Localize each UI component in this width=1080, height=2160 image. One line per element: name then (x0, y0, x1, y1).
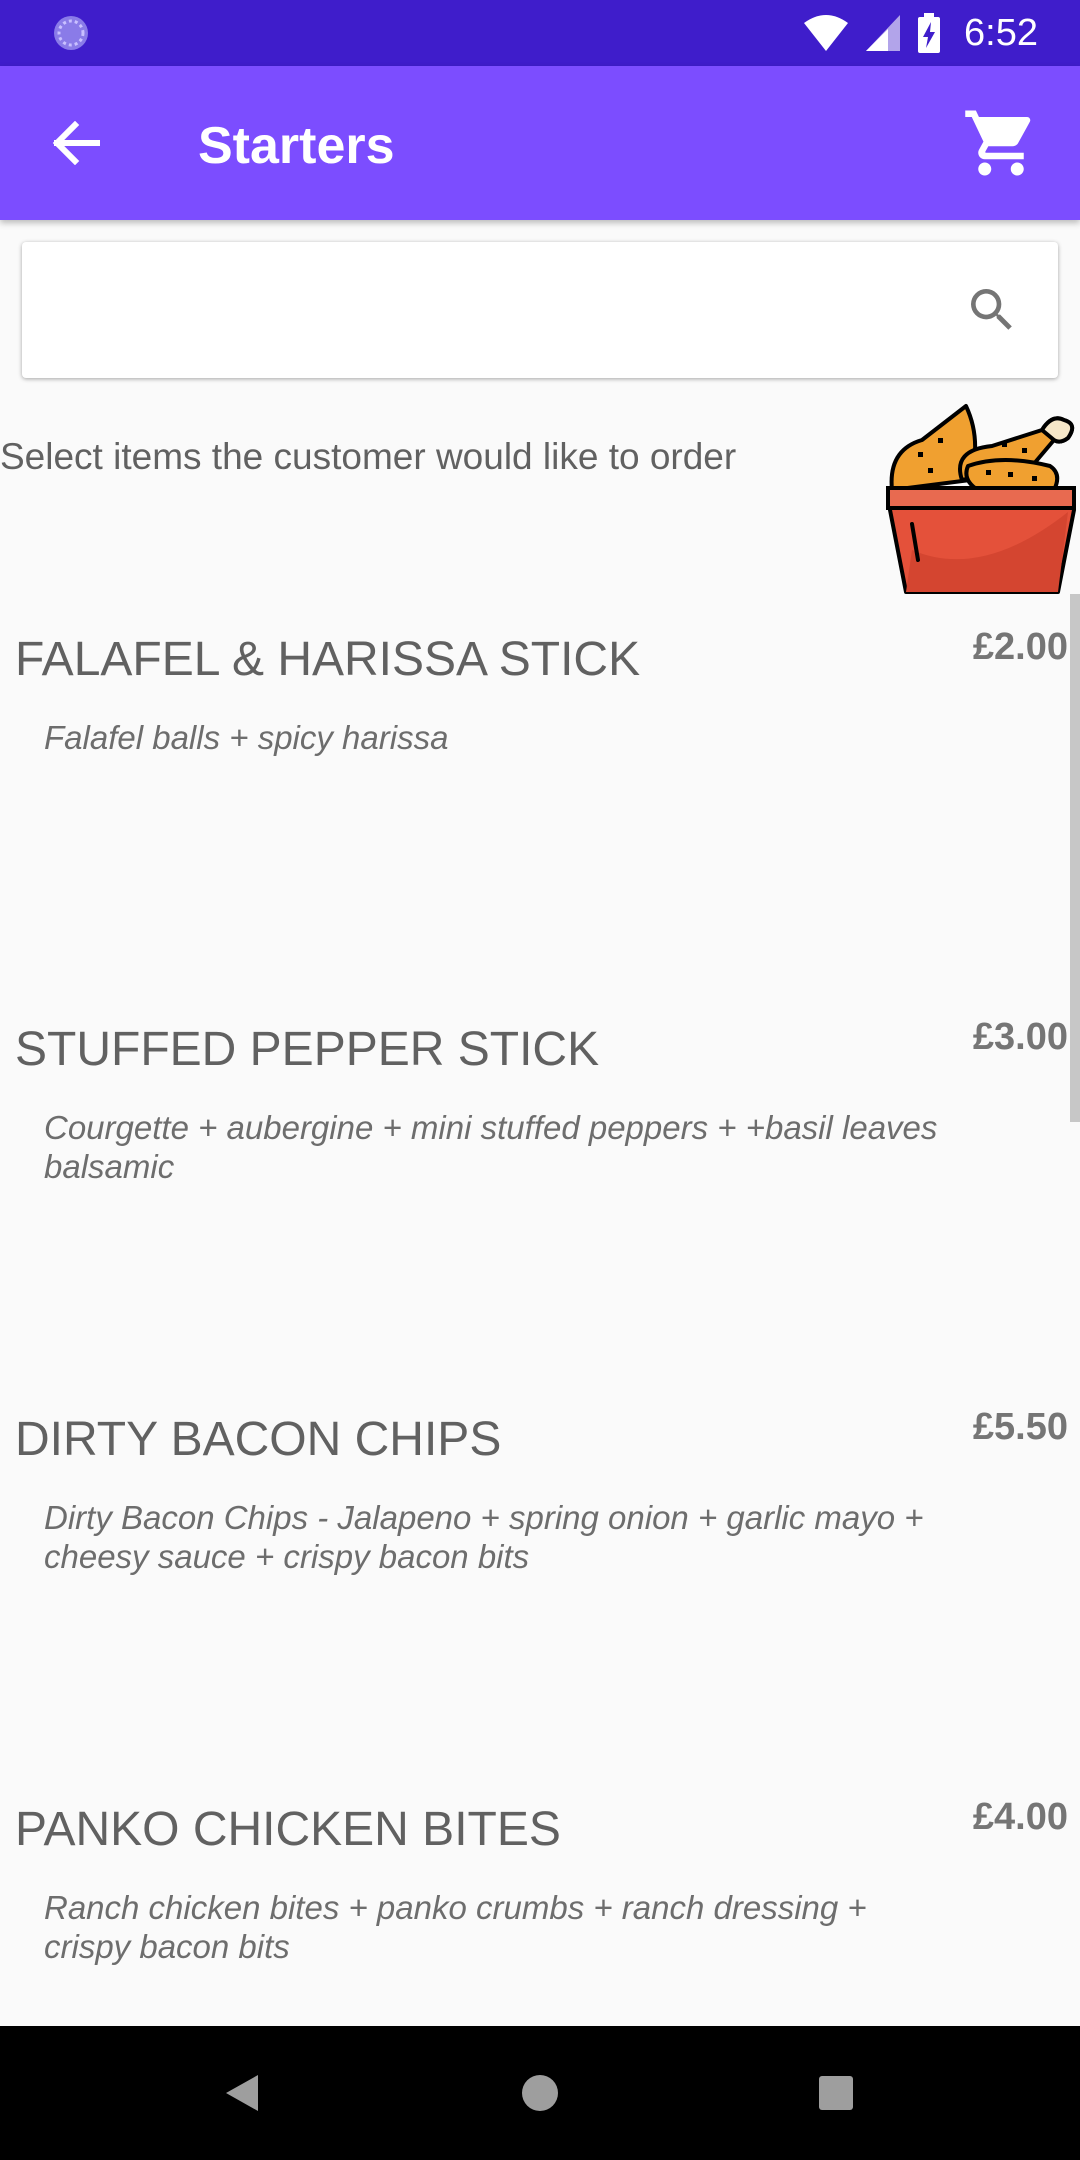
fried-chicken-basket-icon (886, 404, 1076, 594)
clock: 6:52 (964, 11, 1038, 54)
nav-recents-button[interactable] (806, 2063, 866, 2123)
wifi-icon (804, 15, 849, 51)
arrow-back-icon (52, 121, 100, 165)
item-description: Courgette + aubergine + mini stuffed pep… (44, 1109, 938, 1185)
battery-charging-icon (918, 13, 941, 53)
cart-button[interactable] (958, 100, 1044, 186)
item-name: DIRTY BACON CHIPS (15, 1413, 502, 1466)
item-name: PANKO CHICKEN BITES (15, 1803, 561, 1856)
loading-icon (54, 16, 88, 50)
search-input[interactable] (52, 242, 956, 380)
menu-item[interactable]: FALAFEL & HARISSA STICK £2.00 Falafel ba… (0, 590, 1080, 980)
scrollbar[interactable] (1070, 594, 1080, 1122)
menu-item[interactable]: PANKO CHICKEN BITES £4.00 Ranch chicken … (0, 1760, 1080, 2026)
item-price: £3.00 (972, 1016, 1068, 1058)
item-description: Dirty Bacon Chips - Jalapeno + spring on… (44, 1499, 924, 1575)
item-price: £2.00 (972, 626, 1068, 668)
instruction-text: Select items the customer would like to … (0, 436, 737, 477)
nav-home-button[interactable] (510, 2063, 570, 2123)
nav-back-button[interactable] (212, 2063, 272, 2123)
search-icon[interactable] (964, 282, 1020, 338)
circle-home-icon (522, 2075, 558, 2111)
item-price: £4.00 (972, 1796, 1068, 1838)
menu-item[interactable]: STUFFED PEPPER STICK £3.00 Courgette + a… (0, 980, 1080, 1370)
triangle-back-icon (226, 2075, 258, 2111)
search-bar (22, 242, 1058, 380)
cart-icon (965, 110, 1031, 176)
back-button[interactable] (46, 113, 106, 173)
page-title: Starters (198, 117, 395, 175)
status-bar: 6:52 (0, 0, 1080, 66)
item-name: STUFFED PEPPER STICK (15, 1023, 600, 1076)
app-bar: Starters (0, 66, 1080, 220)
status-icons: 6:52 (802, 0, 1038, 66)
menu-list: FALAFEL & HARISSA STICK £2.00 Falafel ba… (0, 590, 1080, 2026)
item-name: FALAFEL & HARISSA STICK (15, 633, 641, 686)
item-description: Ranch chicken bites + panko crumbs + ran… (44, 1889, 867, 1965)
item-price: £5.50 (972, 1406, 1068, 1448)
signal-icon (866, 15, 901, 51)
system-nav-bar (0, 2026, 1080, 2160)
menu-item[interactable]: DIRTY BACON CHIPS £5.50 Dirty Bacon Chip… (0, 1370, 1080, 1760)
square-recents-icon (819, 2076, 853, 2110)
item-description: Falafel balls + spicy harissa (44, 719, 449, 756)
